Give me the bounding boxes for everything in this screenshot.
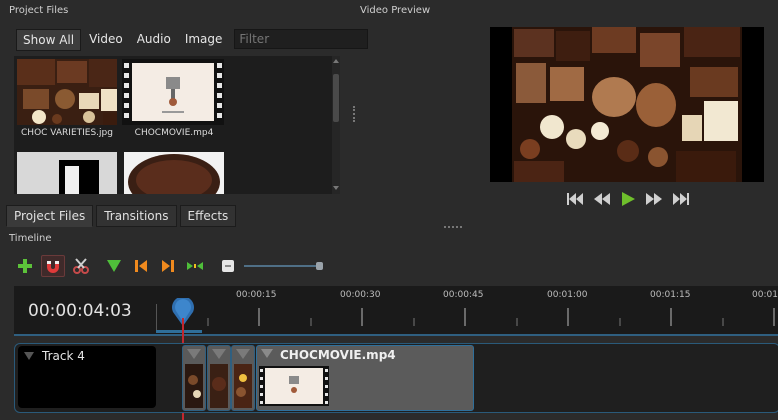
clip-thumbnail xyxy=(232,346,254,410)
ruler-tick-label: 00:00:45 xyxy=(443,290,484,300)
project-files-title: Project Files xyxy=(9,5,69,16)
filter-input[interactable] xyxy=(234,29,369,49)
tab-project-files[interactable]: Project Files xyxy=(6,205,94,227)
file-name: CHOC VARIETIES.jpg xyxy=(21,128,113,138)
image-filter-button[interactable]: Image xyxy=(179,29,229,49)
image-thumbnail xyxy=(17,152,117,194)
jump-start-icon[interactable] xyxy=(567,192,583,206)
project-files-list: CHOC VARIETIES.jpg CHOCMOVIE.mp4 xyxy=(14,56,332,194)
audio-filter-button[interactable]: Audio xyxy=(131,29,177,49)
clip-small[interactable] xyxy=(207,345,231,411)
next-marker-icon[interactable] xyxy=(157,256,179,276)
tab-effects[interactable]: Effects xyxy=(179,205,237,227)
file-thumbnail-choc-varieties[interactable] xyxy=(17,59,117,125)
center-playhead-icon[interactable] xyxy=(184,256,206,276)
scroll-down-icon[interactable] xyxy=(333,186,339,190)
ruler-tick-label: 00:00:30 xyxy=(340,290,381,300)
clip-small[interactable] xyxy=(231,345,255,411)
clip-title: CHOCMOVIE.mp4 xyxy=(280,348,396,362)
timeline-title: Timeline xyxy=(9,233,52,244)
file-thumbnail-partial[interactable] xyxy=(17,152,117,194)
scroll-up-icon[interactable] xyxy=(333,59,339,63)
horizontal-splitter-handle[interactable] xyxy=(444,226,462,230)
current-timecode: 00:00:04:03 xyxy=(28,301,132,321)
chocolate-preview-frame xyxy=(490,27,764,182)
clip-thumbnail xyxy=(208,346,230,410)
add-track-icon[interactable] xyxy=(14,256,36,276)
ruler-tick-label: 00:00:15 xyxy=(236,290,277,300)
ruler-ticks xyxy=(207,308,775,326)
video-preview-title: Video Preview xyxy=(360,5,431,16)
film-strip-thumbnail xyxy=(122,59,224,125)
razor-icon[interactable] xyxy=(70,256,92,276)
clip-thumbnail xyxy=(183,346,205,410)
fast-forward-icon[interactable] xyxy=(646,192,662,206)
rewind-icon[interactable] xyxy=(594,192,610,206)
clip-menu-icon[interactable] xyxy=(261,349,273,358)
filter-bar: Show All Video Audio Image xyxy=(16,29,369,51)
zoom-out-icon[interactable] xyxy=(217,256,239,276)
ruler-tick-label: 00:01:15 xyxy=(650,290,691,300)
jump-end-icon[interactable] xyxy=(673,192,689,206)
play-icon[interactable] xyxy=(621,192,635,206)
ruler-tick-label: 00:01:00 xyxy=(547,290,588,300)
file-thumbnail-chocmovie[interactable] xyxy=(122,59,224,125)
clip-small[interactable] xyxy=(182,345,206,411)
tab-transitions[interactable]: Transitions xyxy=(96,205,177,227)
chocolate-image-thumbnail xyxy=(17,59,117,125)
playhead-range xyxy=(156,330,202,333)
timeline-toolbar xyxy=(14,255,244,277)
playback-controls xyxy=(567,192,689,206)
file-name: CHOCMOVIE.mp4 xyxy=(134,128,214,138)
chocolate-bowl-thumbnail xyxy=(124,152,224,194)
snap-magnet-icon[interactable] xyxy=(41,255,65,277)
dock-tabs: Project Files Transitions Effects xyxy=(6,205,237,227)
zoom-slider-handle[interactable] xyxy=(316,262,323,270)
ruler-tick-label: 00:01: xyxy=(752,290,778,300)
clip-film-thumbnail xyxy=(259,366,329,406)
scroll-thumb[interactable] xyxy=(333,74,339,122)
track-collapse-icon[interactable] xyxy=(24,352,34,360)
previous-marker-icon[interactable] xyxy=(130,256,152,276)
track-name: Track 4 xyxy=(42,349,85,363)
vertical-splitter-handle[interactable] xyxy=(353,106,357,122)
zoom-slider[interactable] xyxy=(244,265,320,267)
video-filter-button[interactable]: Video xyxy=(83,29,129,49)
track-header[interactable] xyxy=(18,346,156,408)
add-marker-icon[interactable] xyxy=(103,256,125,276)
video-preview xyxy=(490,27,764,182)
file-thumbnail-partial[interactable] xyxy=(124,152,224,194)
show-all-button[interactable]: Show All xyxy=(16,29,82,51)
